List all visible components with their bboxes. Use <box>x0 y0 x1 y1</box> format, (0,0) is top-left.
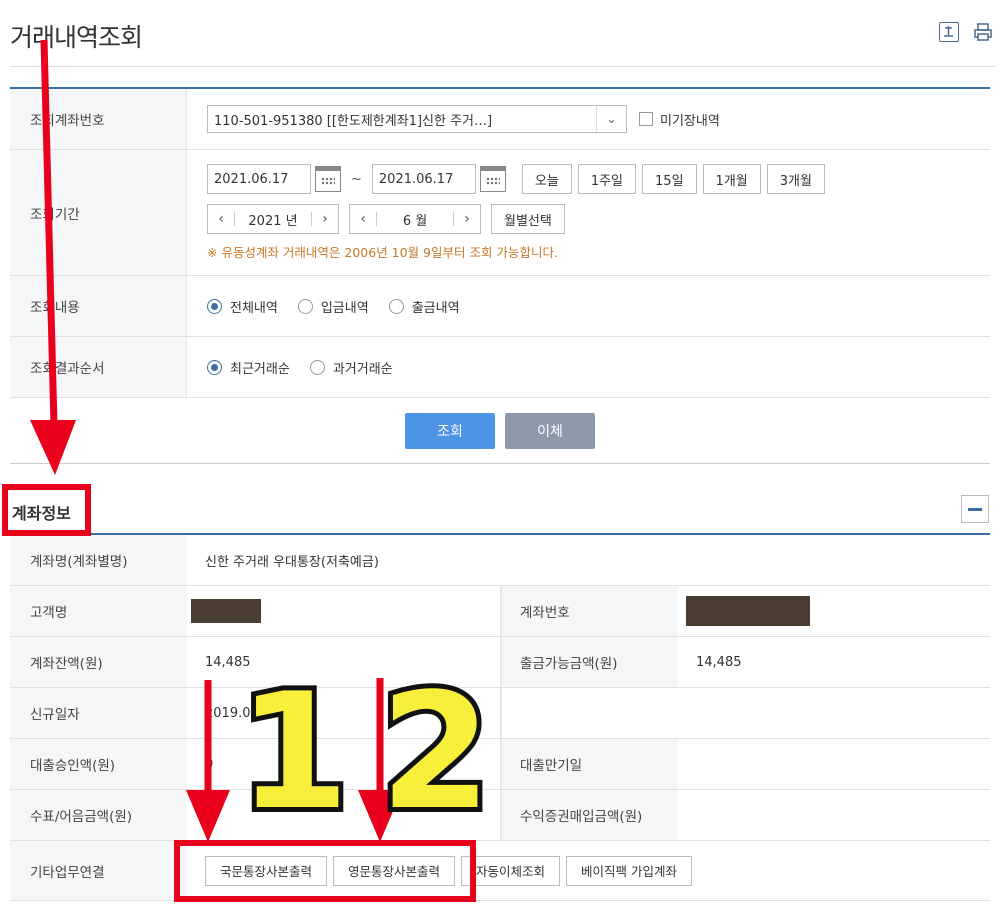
annotation-number-2: 2 <box>375 658 496 845</box>
annotation-number-1: 1 <box>233 658 354 845</box>
annotation-arrows <box>30 39 402 842</box>
